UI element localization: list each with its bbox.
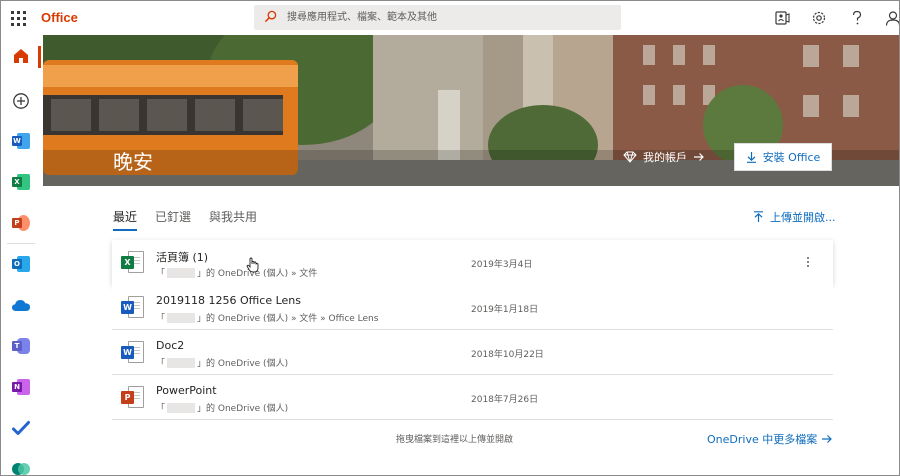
more-onedrive-files-link[interactable]: OneDrive 中更多檔案 <box>707 431 833 447</box>
arrow-right-icon <box>822 435 833 443</box>
office-brand[interactable]: Office <box>41 10 78 25</box>
rail-powerpoint[interactable]: P <box>1 203 41 243</box>
drop-files-hint: 拖曳檔案到這裡以上傳並開啟 <box>396 435 514 445</box>
tab-recent[interactable]: 最近 <box>113 208 138 231</box>
file-name: 2019118 1256 Office Lens <box>156 294 301 307</box>
rail-outlook[interactable]: O <box>1 244 41 284</box>
file-location: 「」的 OneDrive (個人) <box>156 402 289 414</box>
diamond-icon <box>623 151 637 163</box>
check-icon <box>12 421 30 435</box>
my-account-label: 我的帳戶 <box>643 151 687 164</box>
file-date: 2019年1月18日 <box>471 305 539 315</box>
rail-create[interactable] <box>1 81 41 121</box>
rail-onedrive[interactable] <box>1 285 41 325</box>
rail-excel[interactable]: X <box>1 162 41 202</box>
teams-icon: T <box>12 337 30 355</box>
hand-cursor-icon <box>246 257 259 273</box>
download-icon <box>746 152 756 163</box>
rail-home[interactable] <box>1 36 41 76</box>
rail-word[interactable]: W <box>1 121 41 161</box>
file-tabs: 最近 已釘選 與我共用 <box>113 208 257 231</box>
file-row[interactable]: P PowerPoint 「」的 OneDrive (個人) 2018年7月26… <box>112 375 833 420</box>
search-box[interactable] <box>254 5 621 30</box>
plus-circle-icon <box>13 93 29 109</box>
help-icon[interactable] <box>847 8 867 28</box>
account-icon[interactable] <box>883 8 899 28</box>
file-name: Doc2 <box>156 339 185 352</box>
file-location: 「」的 OneDrive (個人) » 文件 <box>156 267 318 279</box>
home-icon <box>14 49 28 63</box>
upload-icon <box>754 211 763 222</box>
redacted-owner <box>167 402 196 413</box>
search-icon <box>264 10 277 23</box>
onenote-icon: N <box>12 378 30 396</box>
greeting: 晚安 <box>113 150 153 174</box>
file-location: 「」的 OneDrive (個人) » 文件 » Office Lens <box>156 312 379 324</box>
gear-icon[interactable] <box>809 8 829 28</box>
app-rail: W X P O T N <box>1 35 41 475</box>
redacted-owner <box>167 357 196 368</box>
word-icon: W <box>12 132 30 150</box>
file-date: 2018年10月22日 <box>471 350 544 360</box>
rail-onenote[interactable]: N <box>1 367 41 407</box>
file-date: 2018年7月26日 <box>471 395 539 405</box>
powerpoint-icon: P <box>12 214 30 232</box>
file-location: 「」的 OneDrive (個人) <box>156 357 289 369</box>
outlook-icon: O <box>12 255 30 273</box>
file-row[interactable]: X 活頁簿 (1) 「」的 OneDrive (個人) » 文件 2019年3月… <box>112 240 833 285</box>
word-file-icon: W <box>121 296 145 320</box>
more-options-icon[interactable] <box>802 253 814 271</box>
file-name: 活頁簿 (1) <box>156 251 209 264</box>
rail-teams[interactable]: T <box>1 326 41 366</box>
powerpoint-file-icon: P <box>121 386 145 410</box>
upload-open-link[interactable]: 上傳並開啟... <box>753 209 836 225</box>
install-office-button[interactable]: 安裝 Office <box>734 143 832 171</box>
file-name: PowerPoint <box>156 384 217 397</box>
my-account-link[interactable]: 我的帳戶 <box>623 149 705 165</box>
redacted-owner <box>167 312 196 323</box>
arrow-right-icon <box>694 153 704 161</box>
rail-sway[interactable] <box>1 449 41 475</box>
install-office-label: 安裝 Office <box>762 151 821 164</box>
tab-shared[interactable]: 與我共用 <box>209 208 257 231</box>
office-home-window: Office 搜尋應用程式、檔案、範本及其他 W X P O T N 晚安 我的… <box>0 0 900 476</box>
redacted-owner <box>167 267 196 278</box>
app-launcher-icon[interactable] <box>7 7 29 29</box>
file-date: 2019年3月4日 <box>471 260 533 270</box>
cloud-icon <box>12 300 30 311</box>
more-files-label: OneDrive 中更多檔案 <box>707 433 818 446</box>
excel-icon: X <box>12 173 30 191</box>
meet-now-icon[interactable] <box>772 8 792 28</box>
tab-pinned[interactable]: 已釘選 <box>155 208 191 231</box>
hero-banner: 晚安 我的帳戶 安裝 Office <box>43 35 899 186</box>
rail-todo[interactable] <box>1 408 41 448</box>
word-file-icon: W <box>121 341 145 365</box>
file-row[interactable]: W Doc2 「」的 OneDrive (個人) 2018年10月22日 <box>112 330 833 375</box>
file-row[interactable]: W 2019118 1256 Office Lens 「」的 OneDrive … <box>112 285 833 330</box>
excel-file-icon: X <box>121 251 145 275</box>
upload-open-label: 上傳並開啟... <box>770 211 836 224</box>
sway-icon <box>12 463 30 475</box>
recent-file-list: X 活頁簿 (1) 「」的 OneDrive (個人) » 文件 2019年3月… <box>112 240 833 420</box>
search-input[interactable] <box>287 5 607 30</box>
top-bar: Office <box>1 1 899 35</box>
active-indicator <box>38 46 41 68</box>
